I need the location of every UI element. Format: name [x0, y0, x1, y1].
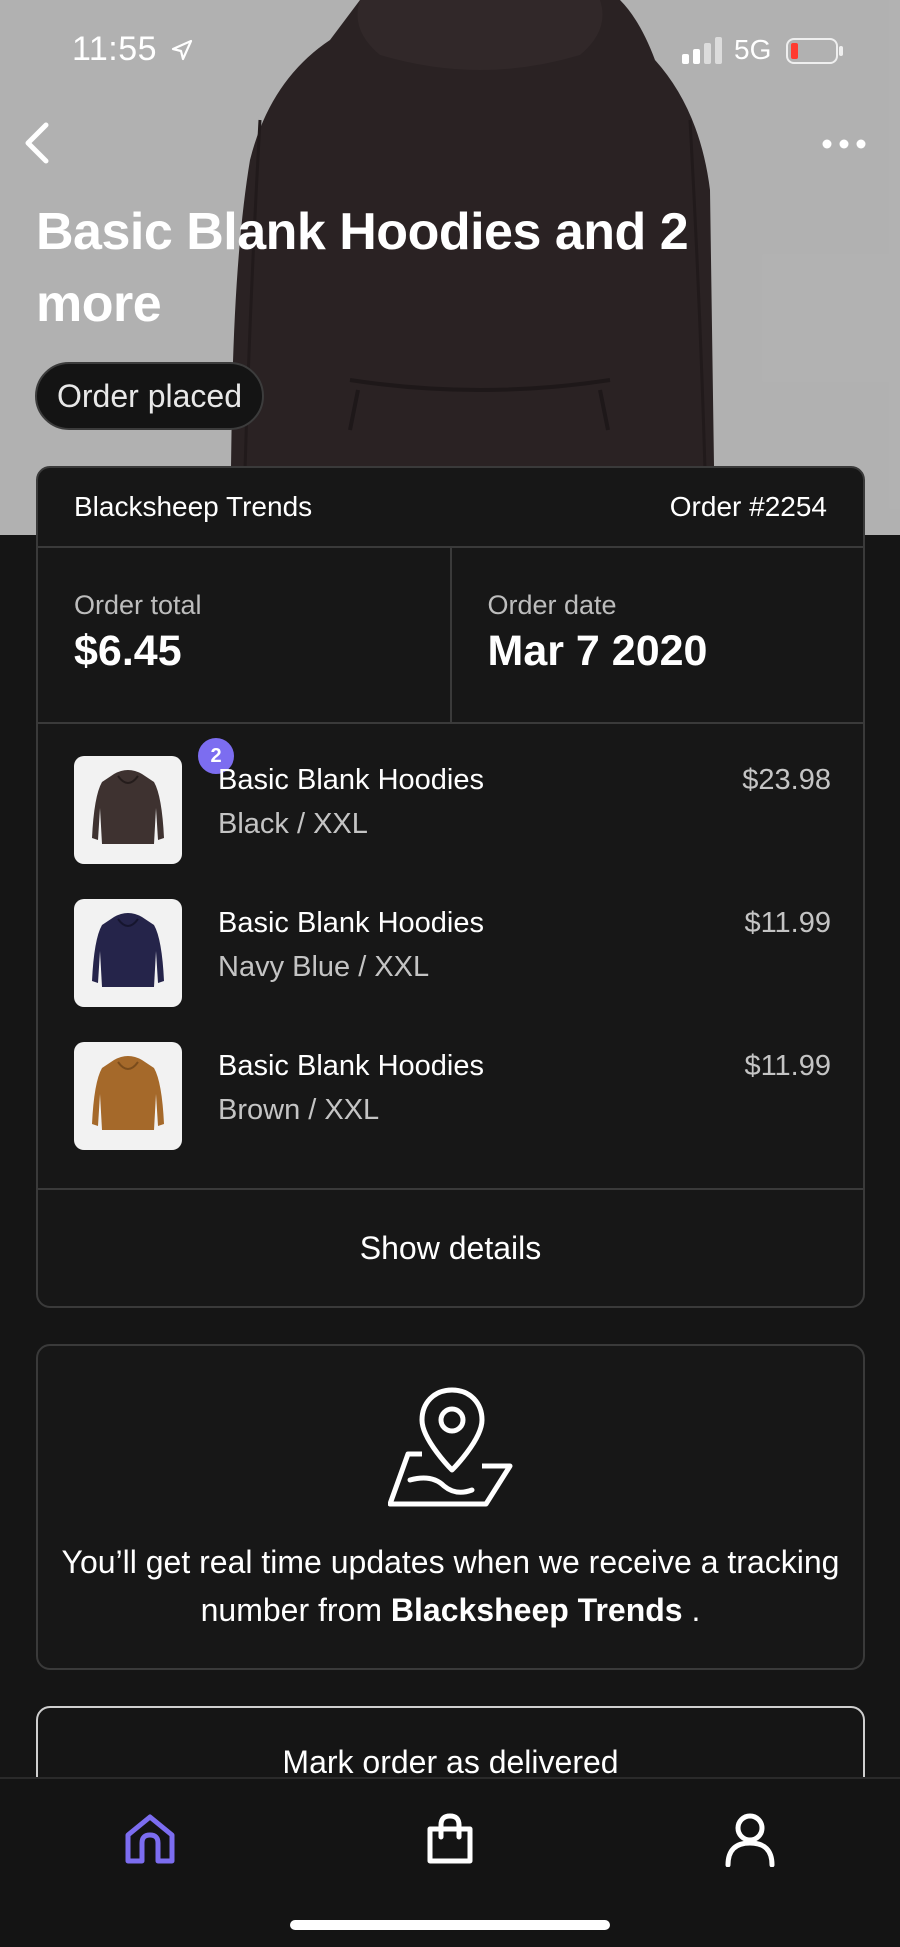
item-variant: Black / XXL: [218, 808, 368, 840]
profile-icon: [725, 1813, 775, 1867]
page-title: Basic Blank Hoodies and 2 more: [36, 203, 689, 333]
order-summary-card: Blacksheep Trends Order #2254 Order tota…: [36, 466, 865, 1308]
product-thumbnail: [74, 899, 182, 1007]
status-time: 11:55: [72, 30, 158, 68]
bottom-navigation: [0, 1777, 900, 1947]
ellipsis-icon: [822, 139, 866, 149]
battery-icon: [786, 38, 843, 64]
chevron-left-icon: [25, 122, 49, 164]
nav-shop[interactable]: [410, 1799, 490, 1879]
location-arrow-icon: [171, 39, 193, 61]
order-total: Order total $6.45: [38, 548, 450, 722]
item-price: $11.99: [744, 907, 831, 939]
order-stats: Order total $6.45 Order date Mar 7 2020: [38, 548, 863, 724]
product-thumbnail: [74, 1042, 182, 1150]
tracking-message: You’ll get real time updates when we rec…: [58, 1538, 843, 1634]
item-name: Basic Blank Hoodies: [218, 764, 484, 796]
home-indicator[interactable]: [290, 1920, 610, 1930]
list-item[interactable]: 2 Basic Blank Hoodies Black / XXL $23.98: [74, 736, 831, 864]
item-name: Basic Blank Hoodies: [218, 1050, 484, 1082]
item-variant: Navy Blue / XXL: [218, 951, 430, 983]
list-item[interactable]: Basic Blank Hoodies Brown / XXL $11.99: [74, 1042, 831, 1150]
item-name: Basic Blank Hoodies: [218, 907, 484, 939]
order-status-badge: Order placed: [35, 362, 264, 430]
shopping-bag-icon: [427, 1813, 473, 1864]
order-card-header: Blacksheep Trends Order #2254: [38, 468, 863, 548]
show-details-button[interactable]: Show details: [38, 1190, 863, 1306]
network-label: 5G: [734, 34, 772, 65]
item-price: $11.99: [744, 1050, 831, 1082]
item-variant: Brown / XXL: [218, 1094, 380, 1126]
order-total-label: Order total: [74, 590, 202, 620]
list-item[interactable]: Basic Blank Hoodies Navy Blue / XXL $11.…: [74, 899, 831, 1007]
tracking-store-name: Blacksheep Trends: [390, 1592, 683, 1628]
order-items-list: 2 Basic Blank Hoodies Black / XXL $23.98…: [38, 724, 863, 1190]
order-date-value: Mar 7 2020: [487, 627, 708, 675]
nav-home[interactable]: [110, 1799, 190, 1879]
product-thumbnail: [74, 756, 182, 864]
tracking-message-suffix: .: [691, 1592, 701, 1628]
map-pin-icon: [388, 1387, 513, 1507]
nav-profile[interactable]: [710, 1799, 790, 1879]
tracking-info-card: You’ll get real time updates when we rec…: [36, 1344, 865, 1670]
order-total-value: $6.45: [74, 627, 182, 675]
order-date: Order date Mar 7 2020: [449, 548, 864, 722]
store-name: Blacksheep Trends: [74, 491, 313, 522]
cellular-signal-icon: [682, 37, 722, 64]
hero-banner: 11:55 5G Basic Blank Hoodies and 2 more …: [0, 0, 900, 535]
status-bar: 11:55 5G: [0, 0, 900, 100]
item-price: $23.98: [742, 764, 831, 796]
order-number: Order #2254: [669, 491, 827, 522]
more-options-button[interactable]: [818, 126, 870, 162]
order-date-label: Order date: [487, 590, 617, 620]
back-button[interactable]: [16, 118, 56, 168]
home-icon: [125, 1814, 175, 1864]
